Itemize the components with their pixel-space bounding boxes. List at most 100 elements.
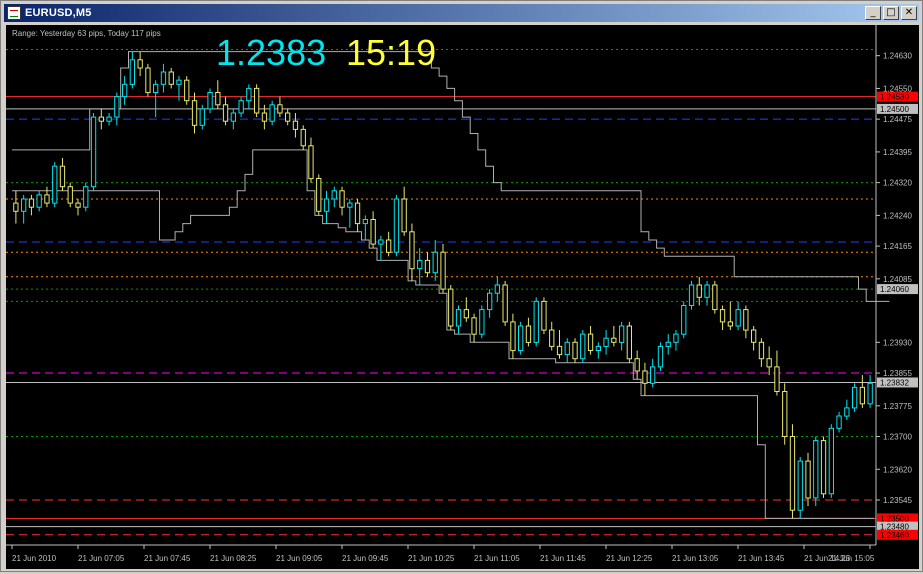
candle-body-10	[90, 116, 97, 188]
candle-body-22	[184, 79, 190, 102]
candlestick-chart[interactable]: 1.246301.245501.244751.243951.243201.242…	[6, 25, 919, 569]
candle-body-90	[712, 284, 718, 311]
candle-body-13	[114, 96, 120, 118]
candle-body-87	[688, 284, 695, 306]
candle-body-9	[83, 186, 89, 208]
candle-body-57	[455, 309, 462, 327]
candle-body-23	[191, 100, 198, 126]
price-tick-label-6: 1.24165	[883, 242, 912, 251]
big-price: 1.2383	[216, 32, 326, 73]
candle-body-37	[300, 128, 306, 147]
candle-body-93	[735, 309, 741, 327]
minimize-button[interactable]: _	[865, 6, 881, 20]
candle-body-40	[323, 198, 330, 212]
candle-body-102	[805, 460, 811, 499]
candle-body-53	[424, 259, 431, 274]
candle-body-46	[370, 219, 376, 245]
candle-body-4	[44, 194, 50, 204]
candle-body-47	[378, 239, 384, 245]
levels-layer	[6, 49, 876, 536]
candle-body-82	[650, 366, 656, 384]
candle-body-38	[308, 145, 314, 180]
chart-app-icon	[7, 6, 21, 20]
price-label-3: 1.23832	[880, 378, 909, 387]
candle-body-50	[401, 198, 407, 233]
price-label-1: 1.24500	[880, 105, 909, 114]
candle-body-96	[758, 341, 765, 360]
candle-body-31	[254, 87, 260, 114]
candle-body-7	[67, 186, 73, 204]
candle-body-54	[432, 251, 438, 274]
price-label-6: 1.23460	[880, 531, 909, 540]
price-tick-label-11: 1.23700	[883, 433, 912, 442]
close-button[interactable]: ✕	[901, 6, 917, 20]
price-tick-label-4: 1.24320	[883, 179, 912, 188]
candles-layer	[13, 51, 873, 519]
time-axis: 21 Jun 2010 21 Jun 07:05 21 Jun 07:45 21 Ju…	[11, 545, 875, 563]
time-tick-label-3: 21 Jun 08:25	[210, 554, 257, 563]
candle-body-55	[440, 251, 446, 290]
candle-body-5	[52, 165, 58, 204]
candle-body-95	[751, 329, 757, 343]
time-tick-label-1: 21 Jun 07:05	[78, 554, 125, 563]
candle-body-108	[852, 386, 858, 409]
candle-body-70	[556, 345, 563, 356]
upper-band-line	[12, 51, 890, 302]
candle-body-20	[168, 71, 174, 85]
candle-body-103	[813, 440, 819, 499]
price-tick-label-13: 1.23545	[883, 496, 912, 505]
chart-area[interactable]: 1.24630 1.24550 1.24475 1.24395 1.24320 1.242…	[6, 25, 919, 569]
candle-body-15	[129, 59, 135, 85]
candle-body-43	[347, 202, 353, 208]
candle-body-66	[525, 325, 532, 343]
time-tick-label-9: 21 Jun 12:25	[606, 554, 653, 563]
time-tick-label-0: 21 Jun 2010	[12, 554, 57, 563]
candle-body-86	[681, 305, 687, 335]
maximize-button[interactable]: □	[883, 6, 899, 20]
candle-body-81	[642, 370, 648, 384]
time-tick-label-10: 21 Jun 13:05	[672, 554, 719, 563]
lower-band-line	[12, 149, 874, 519]
candle-body-16	[137, 59, 143, 69]
candle-body-97	[766, 358, 772, 368]
candle-body-27	[222, 104, 229, 122]
candle-body-77	[611, 337, 617, 343]
candle-body-3	[36, 194, 42, 208]
candle-body-64	[510, 321, 516, 352]
candle-body-74	[587, 333, 594, 352]
price-tick-label-2: 1.24475	[883, 115, 912, 124]
candle-body-41	[331, 190, 337, 200]
candle-body-83	[657, 345, 664, 368]
candle-body-36	[292, 120, 299, 130]
candle-body-94	[743, 309, 749, 331]
candle-body-49	[393, 198, 400, 253]
candle-body-44	[354, 202, 361, 225]
time-tick-label-5: 21 Jun 09:45	[342, 554, 389, 563]
candle-body-56	[448, 288, 454, 327]
candle-body-28	[230, 112, 236, 122]
candle-body-65	[518, 325, 524, 352]
candle-body-42	[339, 190, 345, 208]
candle-body-6	[59, 165, 66, 188]
candle-body-0	[13, 202, 19, 212]
candle-body-91	[719, 309, 726, 323]
candle-body-26	[215, 92, 221, 106]
price-tick-label-5: 1.24240	[883, 211, 912, 220]
price-tick-label-7: 1.24085	[883, 275, 912, 284]
candle-body-59	[471, 317, 477, 335]
candle-body-29	[238, 100, 244, 114]
candle-body-35	[285, 112, 291, 122]
candle-body-107	[844, 407, 850, 417]
candle-body-39	[316, 178, 322, 212]
candle-body-72	[572, 341, 578, 360]
title-bar[interactable]: EURUSD,M5 _ □ ✕	[4, 4, 919, 22]
time-tick-label-4: 21 Jun 09:05	[276, 554, 323, 563]
window-title: EURUSD,M5	[25, 7, 92, 19]
time-tick-label-8: 21 Jun 11:45	[540, 554, 586, 563]
candle-body-63	[502, 284, 508, 323]
candle-body-110	[867, 382, 873, 405]
time-tick-label-2: 21 Jun 07:45	[144, 554, 191, 563]
candle-body-92	[727, 321, 734, 327]
time-tick-label-7: 21 Jun 11:05	[474, 554, 520, 563]
candle-body-78	[619, 325, 625, 343]
